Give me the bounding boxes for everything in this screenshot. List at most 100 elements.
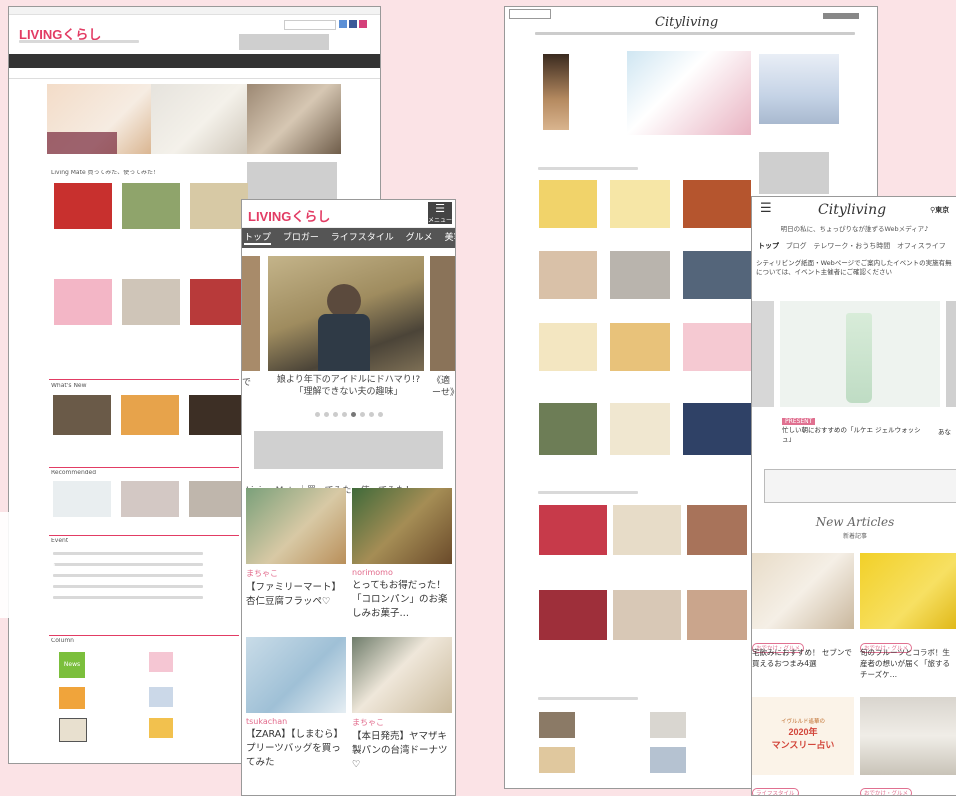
- food-image[interactable]: [683, 180, 751, 228]
- tab-top[interactable]: トップ: [758, 242, 779, 250]
- article-image[interactable]: [610, 251, 670, 299]
- cityliving-logo[interactable]: Cityliving: [655, 11, 718, 30]
- tab-beauty[interactable]: 美容・健康: [445, 233, 455, 243]
- article-card[interactable]: norimomo とってもお得だった！「コロンパン」のお楽しみお菓子…: [352, 488, 452, 621]
- twitter-icon[interactable]: [339, 20, 347, 28]
- mate-card-image[interactable]: [190, 279, 248, 325]
- search-input[interactable]: [284, 20, 336, 30]
- recommend-image[interactable]: [53, 481, 111, 517]
- tab-telework[interactable]: テレワーク・おうち時間: [813, 242, 890, 250]
- slide-caption[interactable]: 娘より年下のアイドルにドハマり!? 「理解できない夫の趣味」: [242, 374, 455, 398]
- category-tabs[interactable]: トップ ブログ テレワーク・おうち時間 オフィスライフ: [758, 241, 956, 251]
- main-nav[interactable]: [535, 32, 855, 35]
- present-caption[interactable]: 忙しい朝におすすめの「ルケエ ジェルウォッシュ」: [782, 426, 930, 444]
- mate-card-image[interactable]: [54, 183, 112, 229]
- instagram-icon[interactable]: [359, 20, 367, 28]
- article-image[interactable]: [860, 697, 956, 775]
- next-caption[interactable]: あな: [938, 426, 951, 436]
- article-image[interactable]: [610, 403, 670, 455]
- main-nav[interactable]: [9, 54, 380, 68]
- mate-card-image[interactable]: [122, 279, 180, 325]
- news-image[interactable]: [121, 395, 179, 435]
- tab-blog[interactable]: ブログ: [786, 242, 807, 250]
- next-slide[interactable]: [946, 301, 956, 407]
- article-card[interactable]: tsukachan 【ZARA】【しまむら】プリーツバッグを買ってみた: [246, 637, 346, 770]
- living-logo[interactable]: LIVINGくらし: [248, 206, 330, 225]
- article-author[interactable]: tsukachan: [246, 717, 346, 726]
- article-author[interactable]: norimomo: [352, 568, 452, 577]
- gourmet-image[interactable]: [687, 590, 747, 640]
- article-image[interactable]: [683, 323, 751, 371]
- header-button[interactable]: [509, 9, 551, 19]
- article-title[interactable]: 宅飲みにおすすめ！ セブンで買えるおつまみ4選: [752, 647, 852, 669]
- column-thumb[interactable]: [149, 687, 173, 707]
- mate-card-image[interactable]: [190, 183, 248, 229]
- comic-image[interactable]: [610, 180, 670, 228]
- comic-image[interactable]: [539, 180, 597, 228]
- article-title[interactable]: 【ファミリーマート】杏仁豆腐フラッペ♡: [246, 581, 346, 609]
- tab-office[interactable]: オフィスライフ: [897, 242, 946, 250]
- hamburger-icon[interactable]: ☰: [760, 201, 772, 216]
- news-image[interactable]: [189, 395, 247, 435]
- news-image[interactable]: [53, 395, 111, 435]
- list-thumb[interactable]: [650, 747, 686, 773]
- recommend-image[interactable]: [121, 481, 179, 517]
- news-badge[interactable]: News: [59, 652, 85, 678]
- mate-card-image[interactable]: [122, 183, 180, 229]
- prev-slide[interactable]: [242, 256, 260, 371]
- airplane-image[interactable]: [759, 54, 839, 124]
- column-thumb[interactable]: [149, 718, 173, 738]
- article-author[interactable]: まちゃこ: [246, 568, 346, 579]
- article-card[interactable]: まちゃこ 【本日発売】ヤマザキ製パンの台湾ドーナツ♡: [352, 637, 452, 772]
- tab-blogger[interactable]: ブロガー: [283, 233, 319, 243]
- column-thumb[interactable]: [149, 652, 173, 672]
- social-icons[interactable]: [823, 13, 859, 19]
- article-author[interactable]: まちゃこ: [352, 717, 452, 728]
- event-list[interactable]: [53, 552, 203, 607]
- article-title[interactable]: 旬のフルーツとコラボ！生産者の想いが届く「旅するチーズケ…: [860, 647, 956, 680]
- gourmet-image[interactable]: [687, 505, 747, 555]
- recommend-image[interactable]: [189, 481, 247, 517]
- article-image[interactable]: [539, 323, 597, 371]
- article-image[interactable]: [539, 403, 597, 455]
- column-thumb[interactable]: [59, 718, 87, 742]
- list-thumb[interactable]: [539, 712, 575, 738]
- tab-lifestyle[interactable]: ライフスタイル: [331, 233, 394, 243]
- hero-image-3[interactable]: [247, 84, 341, 154]
- article-image[interactable]: [683, 403, 751, 455]
- next-slide[interactable]: [430, 256, 455, 371]
- article-image[interactable]: [860, 553, 956, 629]
- article-title[interactable]: 【ZARA】【しまむら】プリーツバッグを買ってみた: [246, 728, 346, 770]
- list-thumb[interactable]: [650, 712, 686, 738]
- article-image[interactable]: [539, 251, 597, 299]
- hero-image-2[interactable]: [151, 84, 247, 154]
- location-label[interactable]: ⚲東京: [930, 205, 949, 215]
- tab-top[interactable]: トップ: [244, 233, 272, 245]
- featured-image[interactable]: [627, 51, 751, 135]
- article-card[interactable]: まちゃこ 【ファミリーマート】杏仁豆腐フラッペ♡: [246, 488, 346, 609]
- article-title[interactable]: 【本日発売】ヤマザキ製パンの台湾ドーナツ♡: [352, 730, 452, 772]
- list-thumb[interactable]: [539, 747, 575, 773]
- tagline: 明日の私に、ちょっぴりなが誰ずるWebメディア♪: [780, 225, 929, 233]
- gourmet-image[interactable]: [539, 505, 607, 555]
- gourmet-image[interactable]: [539, 590, 607, 640]
- facebook-icon[interactable]: [349, 20, 357, 28]
- carousel-dots[interactable]: [242, 402, 455, 421]
- category-tabs[interactable]: トップ ブロガー ライフスタイル グルメ 美容・健康: [242, 228, 455, 248]
- column-thumb[interactable]: [59, 687, 85, 709]
- article-image[interactable]: [683, 251, 751, 299]
- sub-nav[interactable]: [9, 68, 380, 79]
- gourmet-image[interactable]: [613, 505, 681, 555]
- article-title[interactable]: とってもお得だった！「コロンパン」のお楽しみお菓子…: [352, 579, 452, 621]
- prev-slide[interactable]: [752, 301, 774, 407]
- product-image[interactable]: [543, 54, 569, 130]
- tab-gourmet[interactable]: グルメ: [406, 233, 433, 243]
- mate-card-image[interactable]: [54, 279, 112, 325]
- hero-carousel[interactable]: で 《適 ーせ》: [242, 256, 455, 398]
- gourmet-image[interactable]: [613, 590, 681, 640]
- cityliving-logo[interactable]: Cityliving: [818, 202, 886, 218]
- hamburger-menu-button[interactable]: ☰ メニュー: [428, 202, 452, 224]
- article-image[interactable]: [752, 553, 854, 629]
- fortune-banner[interactable]: イヴルルド遙華の 2020年 マンスリー占い: [752, 697, 854, 775]
- article-image[interactable]: [610, 323, 670, 371]
